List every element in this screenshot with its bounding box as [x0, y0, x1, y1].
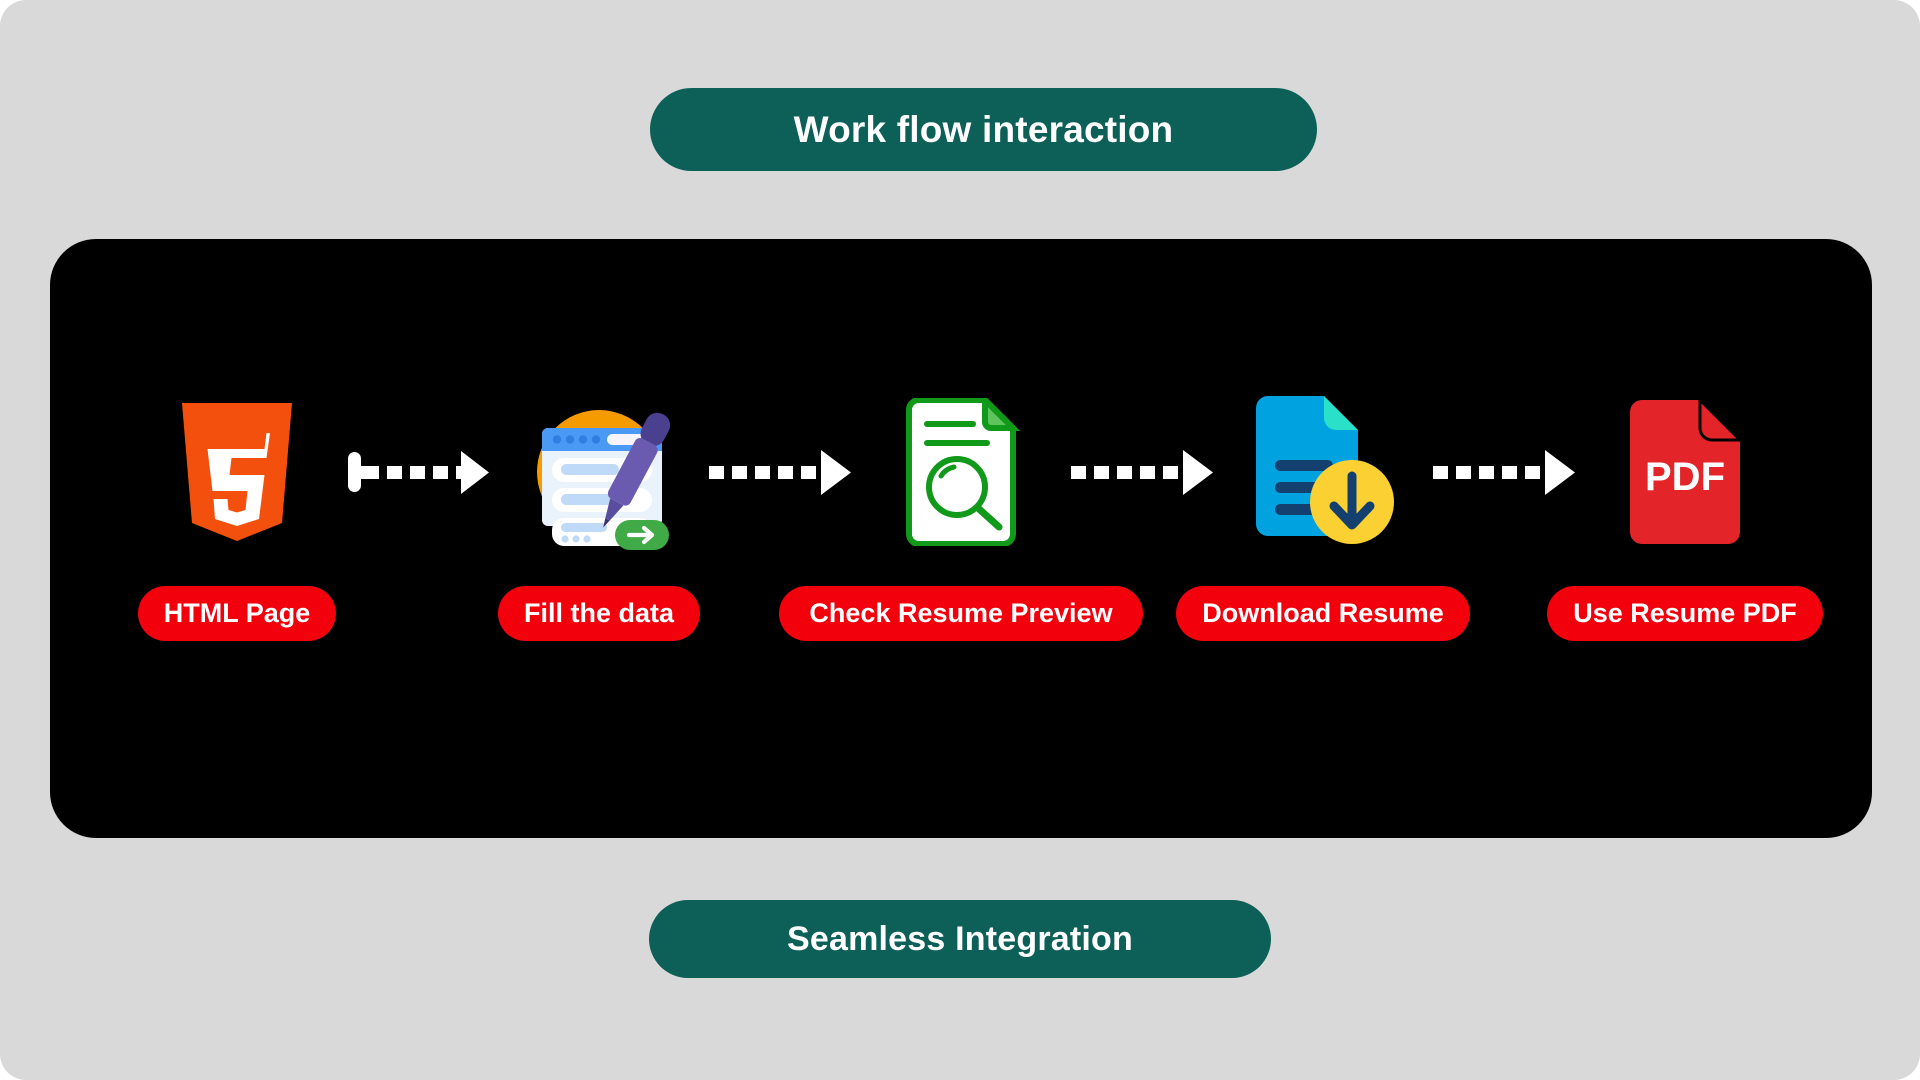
dashed-arrow-icon [708, 449, 851, 495]
workflow-infographic: Work flow interaction HTML Page Fill the… [0, 0, 1920, 1080]
document-download-icon [1256, 396, 1394, 544]
workflow-step-label: Use Resume PDF [1547, 586, 1823, 641]
workflow-step-fill-the-data[interactable]: Fill the data [492, 389, 707, 641]
workflow-step-label: Download Resume [1176, 586, 1470, 641]
html5-icon-slot [178, 389, 296, 554]
workflow-step-label: Fill the data [497, 586, 701, 641]
pdf-file-icon: PDF [1630, 397, 1744, 544]
document-search-icon [906, 397, 1021, 546]
document-download-icon-slot [1248, 389, 1398, 554]
integration-banner: Seamless Integration [649, 900, 1271, 978]
integration-banner-text: Seamless Integration [786, 919, 1133, 958]
dashed-arrow-icon [1432, 449, 1575, 495]
workflow-step-label: Check Resume Preview [779, 586, 1143, 641]
workflow-panel: HTML Page Fill the data Check Resume Pre… [50, 239, 1872, 838]
dashed-arrow-icon [1070, 449, 1213, 495]
workflow-steps-row: HTML Page Fill the data Check Resume Pre… [50, 389, 1872, 689]
workflow-connector-3 [1069, 389, 1216, 554]
svg-text:PDF: PDF [1645, 455, 1725, 499]
dashed-arrow-with-tail-icon [347, 450, 489, 494]
workflow-connector-4 [1431, 389, 1578, 554]
workflow-step-label: HTML Page [137, 586, 337, 641]
workflow-connector-2 [707, 389, 854, 554]
html5-icon [182, 402, 292, 541]
workflow-step-html-page[interactable]: HTML Page [130, 389, 345, 641]
form-fill-pen-icon-slot [519, 389, 679, 554]
workflow-title-text: Work flow interaction [793, 108, 1174, 150]
workflow-step-use-resume-pdf[interactable]: PDF Use Resume PDF [1547, 389, 1823, 641]
pdf-file-icon-slot: PDF [1624, 389, 1746, 554]
form-fill-pen-icon [537, 409, 671, 550]
submit-arrow-button [615, 519, 669, 550]
workflow-connector-1 [345, 389, 492, 554]
workflow-step-check-resume-preview[interactable]: Check Resume Preview [779, 389, 1143, 641]
workflow-title-banner: Work flow interaction [650, 88, 1317, 171]
workflow-step-download-resume[interactable]: Download Resume [1176, 389, 1470, 641]
document-search-icon-slot [901, 389, 1021, 554]
